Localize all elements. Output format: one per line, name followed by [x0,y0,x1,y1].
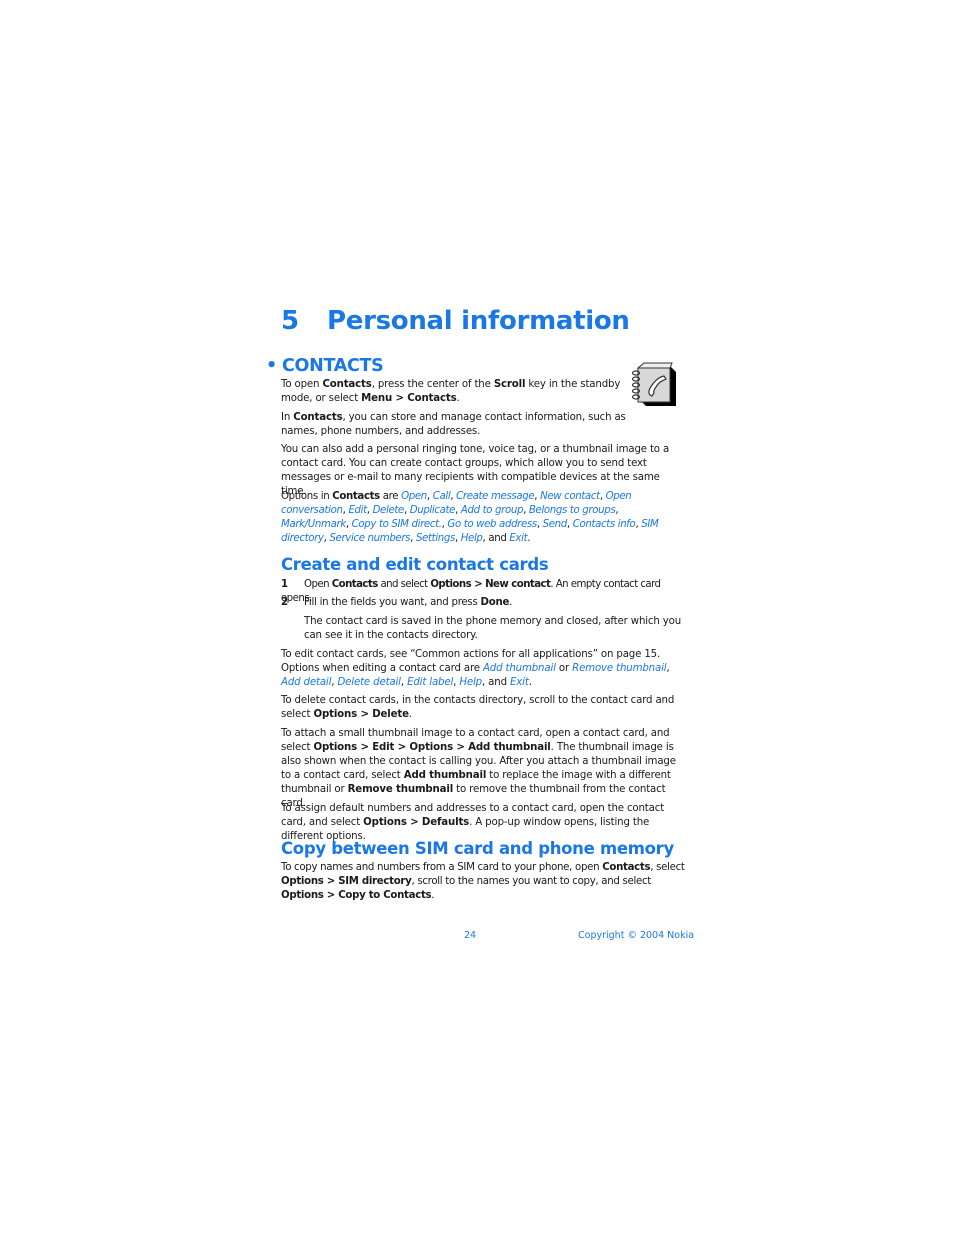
option-item: Service numbers [329,533,411,544]
option-item: Contacts info [572,519,636,530]
option-item: Go to web address [447,519,537,530]
edit-paragraph: To edit contact cards, see “Common actio… [281,649,670,688]
bullet: • [266,356,277,376]
option-item: Add to group [460,505,524,516]
section-heading-contacts: • CONTACTS [266,356,384,376]
chapter-title-text: Personal information [327,306,630,336]
option-item: Delete [372,505,405,516]
defaults-paragraph: To assign default numbers and addresses … [281,803,665,842]
page-number: 24 [464,930,477,941]
step-note: The contact card is saved in the phone m… [304,616,682,641]
option-item: Belongs to groups [528,505,616,516]
option-item: Settings [415,533,455,544]
contacts-book-phone-icon [631,362,676,406]
delete-paragraph: To delete contact cards, in the contacts… [281,695,675,720]
contacts-options-paragraph: Options in Contacts are Open, Call, Crea… [281,491,659,544]
option-item: Send [542,519,568,530]
copyright: Copyright © 2004 Nokia [578,930,695,941]
chapter-number: 5 [281,306,299,336]
chapter-title: 5 Personal information [281,306,630,336]
copy-sim-paragraph: To copy names and numbers from a SIM car… [281,862,685,901]
contacts-store-paragraph: In Contacts, you can store and manage co… [281,412,626,437]
option-item: Exit [509,533,528,544]
heading-text: CONTACTS [282,356,384,376]
section-heading-create-edit: Create and edit contact cards [281,555,549,574]
option-item: Create message [456,491,535,502]
thumbnail-paragraph: To attach a small thumbnail image to a c… [281,728,676,809]
option-item: Open [401,491,427,502]
contacts-open-paragraph: To open Contacts, press the center of th… [281,379,621,404]
option-item: Call [432,491,451,502]
option-item: Duplicate [409,505,456,516]
section-heading-copy-sim: Copy between SIM card and phone memory [281,839,674,858]
option-item: New contact [540,491,600,502]
option-item: Help [460,533,483,544]
option-item: Copy to SIM direct. [351,519,442,530]
option-item: Edit [348,505,367,516]
option-item: Mark/Unmark [281,519,346,530]
step-2: 2 Fill in the fields you want, and press … [281,597,513,608]
